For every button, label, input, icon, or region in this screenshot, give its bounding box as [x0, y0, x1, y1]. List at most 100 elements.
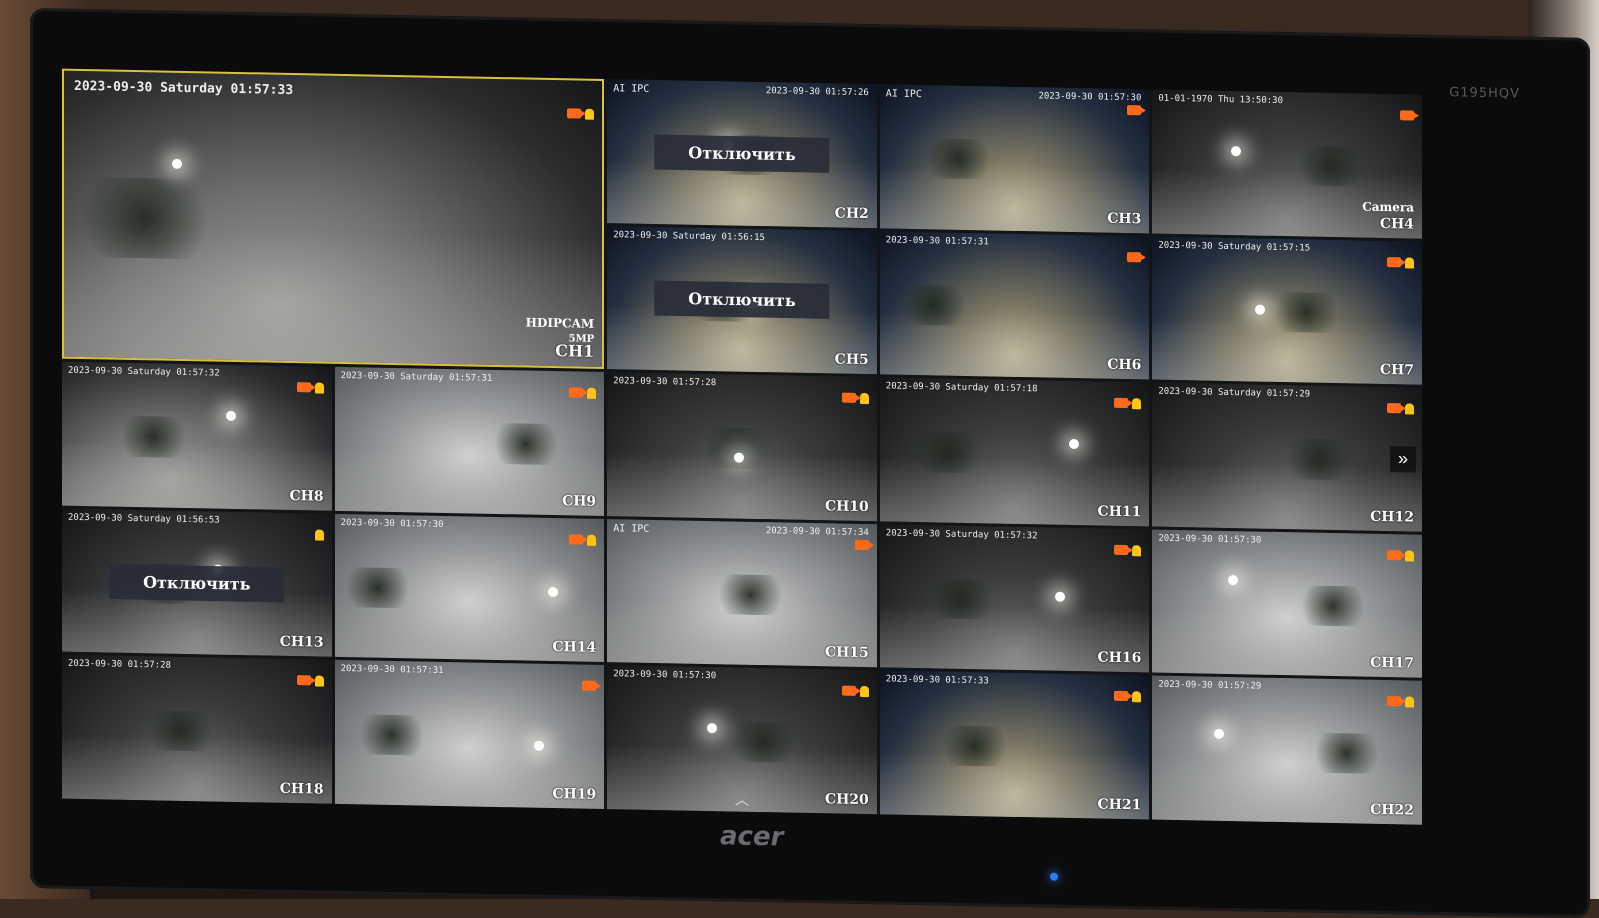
camera-tile-ch7[interactable]: 2023-09-30 Saturday 01:57:15 CH7	[1152, 236, 1422, 385]
street-light	[547, 586, 558, 597]
osd-timestamp: 2023-09-30 01:57:28	[613, 376, 717, 389]
channel-label: CH15	[824, 644, 869, 662]
street-light	[171, 158, 182, 169]
osd-timestamp: 2023-09-30 Saturday 01:57:31	[340, 371, 493, 385]
status-icons	[1387, 256, 1414, 269]
camera-tile-ch6[interactable]: 2023-09-30 01:57:31 CH6	[879, 230, 1150, 380]
camera-tile-ch18[interactable]: 2023-09-30 01:57:28 CH18	[62, 655, 332, 804]
motion-alarm-icon	[1405, 256, 1414, 269]
record-icon	[296, 675, 311, 686]
channel-label: CH1	[555, 341, 595, 362]
video-feed-trees	[1292, 585, 1374, 627]
osd-timestamp: 2023-09-30 01:57:31	[340, 664, 444, 677]
disable-button[interactable]: Отключить	[654, 280, 830, 320]
channel-label: CH9	[562, 493, 597, 510]
motion-alarm-icon	[1132, 691, 1142, 703]
motion-alarm-icon	[859, 686, 869, 698]
osd-timestamp: 2023-09-30 Saturday 01:57:32	[885, 528, 1038, 542]
osd-timestamp: 2023-09-30 Saturday 01:57:18	[885, 381, 1038, 395]
camera-tile-ch9[interactable]: 2023-09-30 Saturday 01:57:31 CH9	[334, 367, 605, 516]
osd-timestamp: 2023-09-30 01:57:28	[68, 659, 171, 672]
channel-label: CH21	[1097, 796, 1142, 814]
record-icon	[1387, 403, 1401, 414]
street-light	[226, 410, 237, 422]
osd-timestamp: 2023-09-30 Saturday 01:57:15	[1158, 240, 1311, 254]
camera-tile-ch13[interactable]: 2023-09-30 Saturday 01:56:53 CH13 Отключит…	[62, 508, 332, 658]
video-feed-trees	[140, 709, 222, 752]
video-feed-trees	[906, 431, 988, 473]
channel-label: CH6	[1107, 356, 1142, 374]
disable-button[interactable]: Отключить	[109, 563, 285, 602]
channel-label: CH12	[1370, 508, 1414, 526]
channel-label: CH7	[1379, 362, 1414, 379]
street-light	[1230, 145, 1241, 156]
record-icon	[1387, 696, 1401, 707]
record-icon	[569, 387, 584, 398]
street-light	[1068, 438, 1079, 449]
street-light	[1214, 728, 1225, 740]
motion-alarm-icon	[585, 108, 595, 120]
camera-tile-ch12[interactable]: 2023-09-30 Saturday 01:57:29 CH12 »	[1152, 382, 1422, 532]
status-icons	[854, 539, 869, 550]
monitor-brand-logo: acer	[720, 821, 784, 853]
record-icon	[1387, 256, 1401, 267]
camera-tile-ch22[interactable]: 2023-09-30 01:57:29 CH22	[1152, 675, 1422, 825]
status-icons	[567, 108, 595, 120]
osd-timestamp: 2023-09-30 01:57:31	[885, 235, 989, 248]
record-icon	[841, 392, 856, 404]
record-icon	[1127, 105, 1142, 116]
status-icons	[1387, 549, 1414, 562]
camera-tile-ch1[interactable]: 2023-09-30 Saturday 01:57:33 HDIPCAM 5MP CH…	[62, 68, 605, 370]
street-light	[706, 723, 717, 734]
channel-label: CH5	[834, 351, 869, 369]
status-icons	[1114, 691, 1142, 703]
street-light	[534, 740, 545, 751]
camera-tile-ch21[interactable]: 2023-09-30 01:57:33 CH21	[879, 670, 1150, 820]
record-icon	[1114, 691, 1129, 702]
video-feed-trees	[64, 176, 226, 260]
status-icons	[582, 680, 597, 692]
channel-label: CH17	[1370, 655, 1414, 672]
osd-timestamp: 2023-09-30 01:57:34	[765, 525, 869, 538]
camera-tile-ch17[interactable]: 2023-09-30 01:57:30 CH17	[1152, 529, 1422, 679]
camera-tile-ch19[interactable]: 2023-09-30 01:57:31 CH19	[334, 660, 605, 810]
camera-tile-ch4[interactable]: 01-01-1970 Thu 13:50:30 Camera CH4	[1152, 89, 1422, 239]
video-feed-trees	[1289, 145, 1371, 188]
status-icons	[1400, 110, 1414, 121]
osd-timestamp: 2023-09-30 Saturday 01:56:53	[68, 512, 220, 526]
channel-label: CH11	[1097, 503, 1142, 521]
status-icons	[569, 387, 597, 400]
osd-camera-tag: AI IPC	[885, 88, 922, 101]
channel-label: CH2	[834, 205, 869, 222]
camera-tile-ch16[interactable]: 2023-09-30 Saturday 01:57:32 CH16	[879, 524, 1150, 673]
camera-tile-ch8[interactable]: 2023-09-30 Saturday 01:57:32 CH8	[62, 361, 332, 511]
record-icon	[569, 534, 584, 545]
camera-tile-ch20[interactable]: 2023-09-30 01:57:30 CH20 ︿	[607, 665, 877, 815]
camera-tile-ch14[interactable]: 2023-09-30 01:57:30 CH14	[334, 513, 605, 663]
camera-tile-ch10[interactable]: 2023-09-30 01:57:28 CH10	[607, 372, 877, 522]
chevron-double-right-icon[interactable]: »	[1390, 446, 1416, 473]
osd-timestamp: 2023-09-30 01:57:30	[1038, 91, 1142, 104]
camera-tile-ch5[interactable]: 2023-09-30 Saturday 01:56:15 CH5 Отключить	[607, 225, 877, 375]
disable-button[interactable]: Отключить	[654, 134, 830, 173]
osd-timestamp: 2023-09-30 Saturday 01:57:33	[74, 78, 294, 99]
motion-alarm-icon	[314, 529, 324, 541]
osd-timestamp: 2023-09-30 Saturday 01:56:15	[613, 229, 765, 243]
motion-alarm-icon	[859, 393, 869, 405]
status-icons	[1387, 696, 1414, 708]
video-feed-trees	[696, 427, 778, 469]
street-light	[733, 452, 744, 463]
video-feed-trees	[113, 415, 195, 458]
camera-tile-ch15[interactable]: AI IPC 2023-09-30 01:57:34 CH15	[607, 518, 877, 668]
camera-tile-ch2[interactable]: AI IPC 2023-09-30 01:57:26 CH2 Отключить	[607, 79, 877, 228]
camera-tile-ch3[interactable]: AI IPC 2023-09-30 01:57:30 CH3	[879, 84, 1150, 234]
camera-tile-ch11[interactable]: 2023-09-30 Saturday 01:57:18 CH11	[879, 377, 1150, 527]
channel-label: CH3	[1107, 210, 1142, 227]
motion-alarm-icon	[587, 534, 597, 546]
osd-timestamp: 2023-09-30 01:57:29	[1158, 680, 1262, 693]
camera-sub-label: HDIPCAM	[525, 315, 595, 332]
record-icon	[1387, 549, 1401, 561]
channel-label: CH14	[552, 639, 597, 657]
chevron-up-icon[interactable]: ︿	[735, 790, 749, 810]
osd-timestamp: 2023-09-30 01:57:33	[885, 674, 989, 687]
